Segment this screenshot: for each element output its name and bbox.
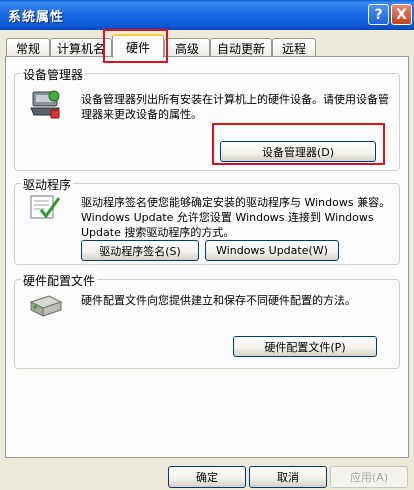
tab-automatic-updates[interactable]: 自动更新 [210,38,272,57]
help-button[interactable]: ? [368,4,389,25]
ok-button[interactable]: 确定 [168,466,246,488]
window-title: 系统属性 [8,10,65,25]
drivers-group: 驱动程序 驱动程序签名使您能够确定安装的驱动程序与 Windows 兼容。Win… [14,176,400,265]
device-manager-icon [30,90,60,119]
device-manager-group: 设备管理器 设备管理器列出所有安装在计算机上的硬件设备。请使用设备管理器来更改设… [14,66,400,171]
hardware-profiles-group: 硬件配置文件 硬件配置文件向您提供建立和保存不同硬件配置的方法。 硬件配置文件(… [14,272,400,369]
tab-strip: 常规 计算机名 硬件 高级 自动更新 远程 [0,30,414,58]
help-icon: ? [374,6,383,23]
hardware-profiles-description: 硬件配置文件向您提供建立和保存不同硬件配置的方法。 [81,294,356,307]
system-properties-window: 系统属性 ? X 常规 计算机名 硬件 高级 自动更新 远程 设备管理器 设备管… [0,0,414,490]
cancel-button[interactable]: 取消 [249,466,327,488]
hardware-profiles-button[interactable]: 硬件配置文件(P) [233,336,377,357]
device-manager-legend: 设备管理器 [21,66,86,83]
drivers-legend: 驱动程序 [21,176,74,193]
tab-general[interactable]: 常规 [6,38,50,57]
close-icon: X [396,6,407,23]
device-manager-description: 设备管理器列出所有安装在计算机上的硬件设备。请使用设备管理器来更改设备的属性。 [81,93,389,121]
tab-computer-name[interactable]: 计算机名 [50,38,112,57]
close-button[interactable]: X [391,4,412,25]
driver-signing-button[interactable]: 驱动程序签名(S) [81,240,199,261]
tab-panel-hardware: 设备管理器 设备管理器列出所有安装在计算机上的硬件设备。请使用设备管理器来更改设… [5,56,409,458]
windows-update-button[interactable]: Windows Update(W) [205,240,339,261]
apply-button[interactable]: 应用(A) [330,466,408,488]
tab-advanced[interactable]: 高级 [164,38,210,57]
hardware-profiles-legend: 硬件配置文件 [21,272,98,289]
hardware-profiles-icon [29,295,63,317]
device-manager-button[interactable]: 设备管理器(D) [220,141,376,162]
tab-remote[interactable]: 远程 [272,38,316,57]
tab-hardware[interactable]: 硬件 [112,34,164,58]
title-bar[interactable]: 系统属性 ? X [0,0,414,30]
driver-signing-icon [30,195,61,219]
drivers-description: 驱动程序签名使您能够确定安装的驱动程序与 Windows 兼容。Windows … [81,196,391,239]
